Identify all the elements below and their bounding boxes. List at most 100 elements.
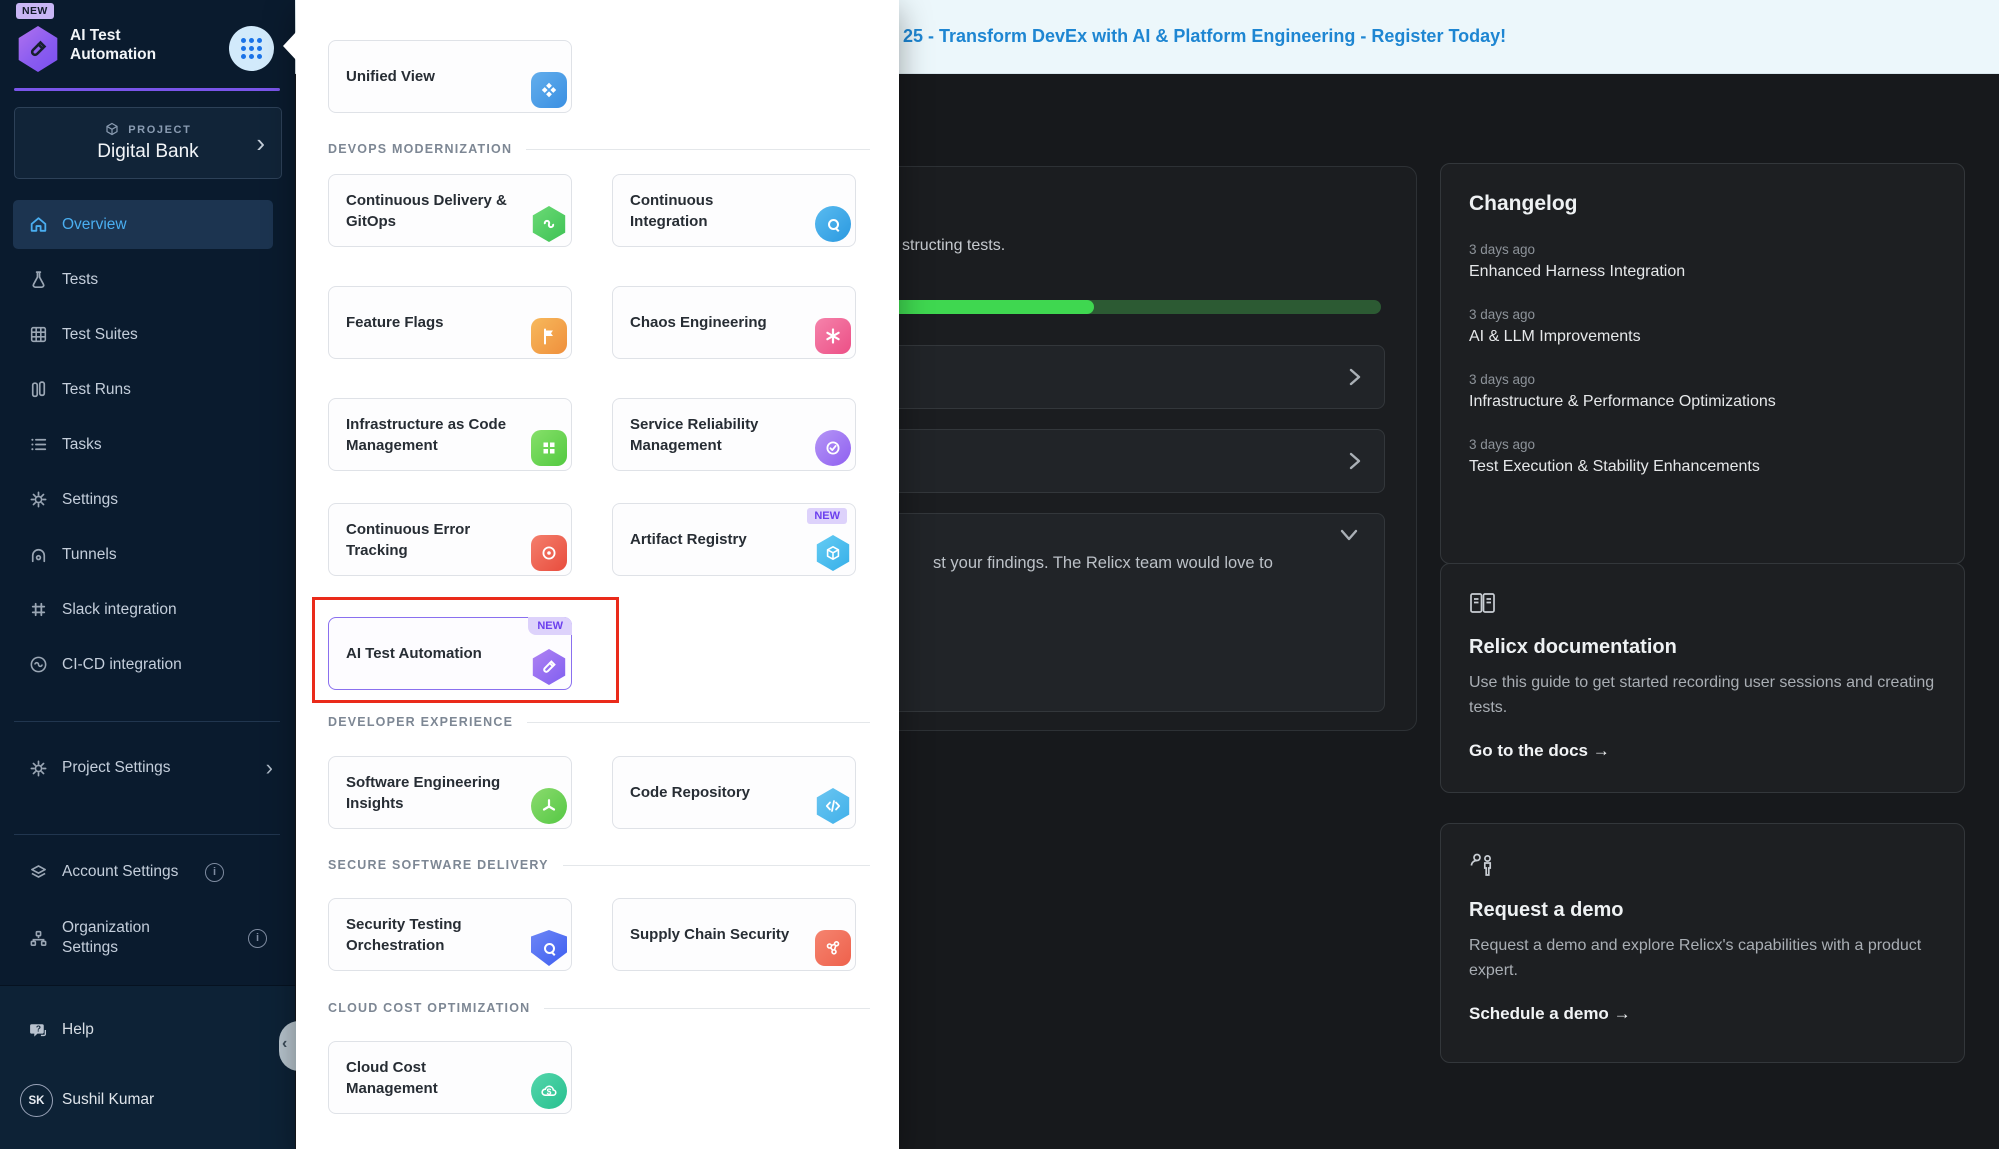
changelog-entry: 3 days ago Test Execution & Stability En… — [1469, 437, 1936, 476]
module-picker-button[interactable] — [229, 26, 274, 71]
onboarding-step-expanded[interactable]: st your findings. The Relicx team would … — [881, 513, 1385, 712]
module-card-chaos[interactable]: Chaos Engineering — [612, 286, 856, 359]
chevron-right-icon — [1348, 448, 1362, 479]
onboarding-step-row[interactable] — [881, 345, 1385, 409]
changelog-entry: 3 days ago AI & LLM Improvements — [1469, 307, 1936, 346]
sidebar-item-tests[interactable]: Tests — [0, 252, 295, 307]
cube-icon — [105, 122, 119, 136]
project-name: Digital Bank — [15, 141, 281, 163]
section-header-cloud-cost: CLOUD COST OPTIMIZATION — [328, 1001, 870, 1015]
sidebar-item-tasks[interactable]: Tasks — [0, 417, 295, 472]
divider — [14, 834, 280, 835]
app-title: AI Test Automation — [70, 26, 156, 64]
module-card-unified-view[interactable]: Unified View — [328, 40, 572, 113]
documentation-card: Relicx documentation Use this guide to g… — [1440, 563, 1965, 793]
module-card-artifact-registry[interactable]: NEW Artifact Registry — [612, 503, 856, 576]
chat-help-icon: ? — [27, 1019, 49, 1041]
unified-view-icon — [531, 72, 567, 108]
nine-dots-icon — [249, 46, 254, 51]
changelog-entry: 3 days ago Infrastructure & Performance … — [1469, 372, 1936, 411]
go-to-docs-link[interactable]: Go to the docs → — [1469, 741, 1936, 761]
chevron-left-icon: ‹ — [282, 1035, 287, 1053]
module-card-ci[interactable]: Continuous Integration — [612, 174, 856, 247]
list-icon — [27, 434, 49, 456]
sidebar-nav: Overview Tests Test Suites Test Runs — [0, 197, 295, 692]
grid-icon — [27, 324, 49, 346]
new-badge: NEW — [16, 3, 54, 19]
section-header-secure: SECURE SOFTWARE DELIVERY — [328, 858, 870, 872]
infinity-icon — [27, 654, 49, 676]
demo-description: Request a demo and explore Relicx's capa… — [1469, 934, 1936, 984]
project-selector[interactable]: PROJECT Digital Bank › — [14, 107, 282, 179]
chevron-right-icon: › — [266, 755, 273, 781]
changelog-entry: 3 days ago Enhanced Harness Integration — [1469, 242, 1936, 281]
module-card-feature-flags[interactable]: Feature Flags — [328, 286, 572, 359]
module-card-code-repository[interactable]: Code Repository — [612, 756, 856, 829]
security-testing-icon — [531, 930, 567, 966]
gear-icon — [27, 757, 49, 779]
changelog-title: Changelog — [1469, 192, 1936, 216]
arrow-right-icon: → — [1614, 1004, 1631, 1023]
schedule-demo-link[interactable]: Schedule a demo → — [1469, 1004, 1936, 1024]
promo-banner-text: 25 - Transform DevEx with AI & Platform … — [903, 0, 1506, 73]
svg-text:?: ? — [35, 1023, 40, 1033]
sidebar-footer: ? Help SK Sushil Kumar — [0, 985, 295, 1149]
app-window: 25 - Transform DevEx with AI & Platform … — [0, 0, 1999, 1149]
module-card-sto[interactable]: Security Testing Orchestration — [328, 898, 572, 971]
sidebar-item-tunnels[interactable]: Tunnels — [0, 527, 295, 582]
user-menu[interactable]: SK Sushil Kumar — [0, 1078, 295, 1122]
sidebar-item-test-suites[interactable]: Test Suites — [0, 307, 295, 362]
popover-caret — [283, 31, 297, 61]
help-button[interactable]: ? Help — [0, 1008, 295, 1052]
book-icon — [1469, 602, 1496, 619]
feature-flags-icon — [531, 318, 567, 354]
onboarding-step-row[interactable] — [881, 429, 1385, 493]
changelog-card: Changelog 3 days ago Enhanced Harness In… — [1440, 163, 1965, 564]
request-demo-card: Request a demo Request a demo and explor… — [1440, 823, 1965, 1063]
iac-icon — [531, 430, 567, 466]
sei-icon — [531, 788, 567, 824]
sidebar-item-organization-settings[interactable]: OrganizationSettings i — [0, 905, 295, 971]
module-accent-rule — [14, 88, 280, 91]
arrow-right-icon: → — [1593, 741, 1610, 760]
sidebar-item-test-runs[interactable]: Test Runs — [0, 362, 295, 417]
sidebar-item-cicd[interactable]: CI-CD integration — [0, 637, 295, 692]
sidebar-item-project-settings[interactable]: Project Settings › — [0, 741, 295, 795]
tunnel-icon — [27, 544, 49, 566]
supply-chain-icon — [815, 930, 851, 966]
new-badge: NEW — [528, 617, 572, 635]
module-card-iac[interactable]: Infrastructure as Code Management — [328, 398, 572, 471]
sidebar-item-account-settings[interactable]: Account Settings i — [0, 845, 295, 899]
demo-title: Request a demo — [1469, 899, 1936, 922]
sidebar-item-slack[interactable]: Slack integration — [0, 582, 295, 637]
docs-title: Relicx documentation — [1469, 636, 1936, 659]
module-card-ccm[interactable]: Cloud Cost Management $ — [328, 1041, 572, 1114]
module-card-srm[interactable]: Service Reliability Management — [612, 398, 856, 471]
module-card-cet[interactable]: Continuous Error Tracking — [328, 503, 572, 576]
info-icon: i — [248, 929, 267, 948]
cloud-cost-icon: $ — [531, 1073, 567, 1109]
svg-text:$: $ — [547, 1086, 552, 1096]
org-chart-icon — [27, 927, 49, 949]
module-card-supply-chain[interactable]: Supply Chain Security — [612, 898, 856, 971]
section-header-devops: DEVOPS MODERNIZATION — [328, 142, 870, 156]
new-badge: NEW — [807, 508, 847, 524]
slack-icon — [27, 599, 49, 621]
module-card-ai-test-automation[interactable]: NEW AI Test Automation — [328, 617, 572, 690]
columns-icon — [27, 379, 49, 401]
ci-icon — [815, 206, 851, 242]
divider — [14, 721, 280, 722]
module-picker-popover: Unified View DEVOPS MODERNIZATION Contin… — [296, 0, 899, 1149]
sidebar-item-overview[interactable]: Overview — [0, 197, 295, 252]
module-card-cd-gitops[interactable]: Continuous Delivery & GitOps — [328, 174, 572, 247]
home-icon — [27, 214, 49, 236]
module-card-sei[interactable]: Software Engineering Insights — [328, 756, 572, 829]
cd-gitops-icon — [531, 206, 567, 242]
people-icon — [1469, 865, 1496, 882]
ai-test-automation-icon — [531, 649, 567, 685]
artifact-registry-icon — [815, 535, 851, 571]
srm-icon — [815, 430, 851, 466]
sidebar: NEW AI Test Automation PROJECT Digital B… — [0, 0, 295, 1149]
section-header-devex: DEVELOPER EXPERIENCE — [328, 715, 870, 729]
sidebar-item-settings[interactable]: Settings — [0, 472, 295, 527]
